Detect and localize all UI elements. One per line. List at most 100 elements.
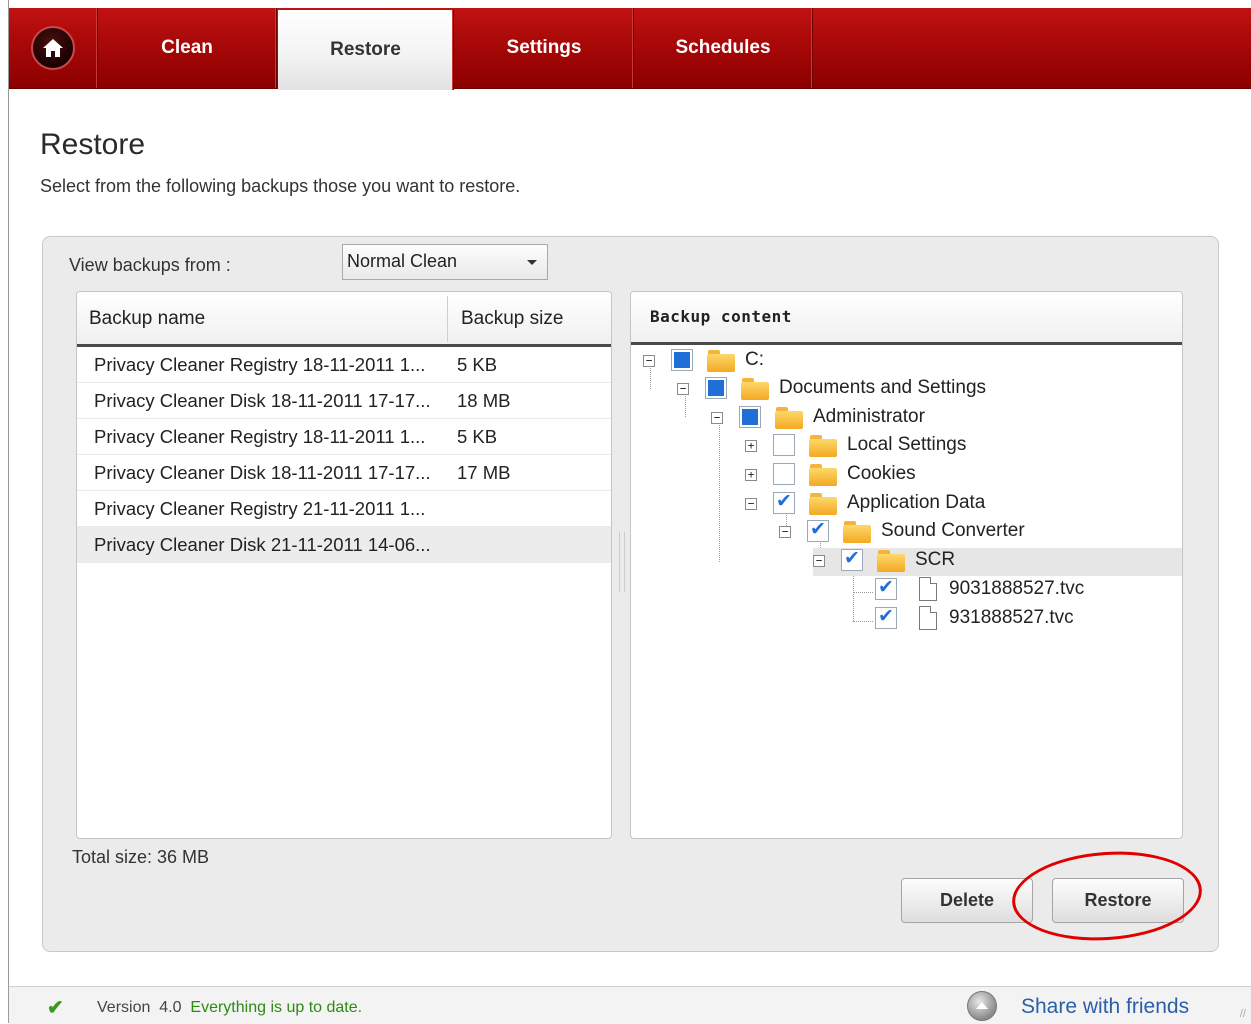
tree-node-application-data[interactable]: − Application Data [745,490,1145,519]
tree-node-c-drive[interactable]: − C: [643,348,843,376]
tab-settings[interactable]: Settings [455,8,634,88]
table-row-selected[interactable]: Privacy Cleaner Disk 21-11-2011 14-06... [77,527,611,563]
app-window: Clean Restore Settings Schedules Restore… [8,0,1251,1024]
backup-name: Privacy Cleaner Registry 21-11-2011 1... [94,498,426,519]
tree-node-local-settings[interactable]: + Local Settings [745,433,1145,461]
version-number: 4.0 [159,999,182,1016]
share-icon[interactable] [967,991,997,1021]
tree-checkbox-checked[interactable] [841,547,863,571]
tree-node-label: Documents and Settings [779,377,987,398]
version-info: Version 4.0 Everything is up to date. [97,999,362,1017]
tree-node-documents-and-settings[interactable]: − Documents and Settings [677,376,1077,404]
backup-name: Privacy Cleaner Registry 18-11-2011 1... [94,354,426,375]
tree-node-label: Local Settings [847,434,967,455]
tree-node-cookies[interactable]: + Cookies [745,462,1145,490]
tree-checkbox-checked[interactable] [875,605,897,629]
total-size: Total size: 36 MB [72,847,210,867]
backup-name: Privacy Cleaner Disk 18-11-2011 17-17... [94,390,431,411]
column-header-backup-size[interactable]: Backup size [461,308,563,330]
chevron-down-icon [527,260,537,265]
table-row[interactable]: Privacy Cleaner Disk 18-11-2011 17-17...… [77,455,611,491]
backup-content-header: Backup content [631,292,1182,345]
checkmark-icon: ✔ [47,997,64,1019]
tree-node-label: C: [745,349,764,370]
tree-node-file[interactable]: 931888527.tvc [847,605,1167,634]
tree-checkbox[interactable] [671,349,693,371]
tree-checkbox-checked[interactable] [807,518,829,542]
collapse-icon[interactable]: − [779,526,791,538]
tree-node-scr-selected[interactable]: − SCR [813,547,1182,576]
folder-icon [741,376,769,400]
home-icon [31,26,75,70]
backup-list-header: Backup name Backup size [77,292,611,347]
expand-icon[interactable]: + [745,440,757,452]
folder-icon [877,548,905,572]
tree-checkbox-checked[interactable] [875,576,897,600]
folder-icon [809,462,837,486]
collapse-icon[interactable]: − [813,555,825,567]
column-divider[interactable] [447,296,448,342]
backup-size: 5 KB [457,426,498,447]
backup-name: Privacy Cleaner Disk 18-11-2011 17-17... [94,462,431,483]
table-row[interactable]: Privacy Cleaner Registry 21-11-2011 1... [77,491,611,527]
resize-grip-icon[interactable]: // [1240,1008,1246,1020]
tree-checkbox[interactable] [705,377,727,399]
collapse-icon[interactable]: − [711,412,723,424]
backup-type-value: Normal Clean [347,251,458,271]
tree-node-label: 931888527.tvc [949,607,1074,628]
file-icon [919,577,937,601]
table-row[interactable]: Privacy Cleaner Registry 18-11-2011 1...… [77,347,611,383]
backup-type-select[interactable]: Normal Clean [342,244,548,280]
view-backups-label: View backups from : [69,255,231,275]
version-label: Version [97,999,151,1016]
restore-panel: View backups from : Normal Clean Backup … [42,236,1219,952]
page-title: Restore [40,128,146,161]
tree-node-sound-converter[interactable]: − Sound Converter [779,518,1159,547]
tree-checkbox[interactable] [773,463,795,485]
tab-schedules[interactable]: Schedules [634,8,813,88]
file-icon [919,606,937,630]
home-button[interactable] [9,8,98,88]
tree-node-label: Cookies [847,463,916,484]
tree-node-file[interactable]: 9031888527.tvc [847,576,1167,605]
tree-node-label: Application Data [847,492,986,513]
tree-node-label: 9031888527.tvc [949,578,1085,599]
folder-icon [809,433,837,457]
collapse-icon[interactable]: − [643,355,655,367]
restore-button[interactable]: Restore [1052,878,1184,923]
update-status: Everything is up to date. [190,999,363,1016]
share-link[interactable]: Share with friends [1021,995,1189,1019]
tree-node-label: Sound Converter [881,520,1025,541]
backup-list: Backup name Backup size Privacy Cleaner … [76,291,612,839]
backup-content-title: Backup content [650,307,792,326]
tab-clean[interactable]: Clean [98,8,277,88]
backup-name: Privacy Cleaner Disk 21-11-2011 14-06... [94,534,431,555]
collapse-icon[interactable]: − [745,498,757,510]
delete-button[interactable]: Delete [901,878,1033,923]
folder-icon [775,405,803,429]
column-header-backup-name[interactable]: Backup name [89,308,205,330]
backup-size: 18 MB [457,390,511,411]
collapse-icon[interactable]: − [677,383,689,395]
backup-size: 17 MB [457,462,511,483]
tree-node-label: SCR [915,549,956,570]
tree-checkbox[interactable] [773,434,795,456]
folder-icon [707,348,735,372]
page-subtitle: Select from the following backups those … [40,176,521,196]
status-bar: ✔ Version 4.0 Everything is up to date. … [9,986,1251,1024]
table-row[interactable]: Privacy Cleaner Disk 18-11-2011 17-17...… [77,383,611,419]
tree-checkbox-checked[interactable] [773,490,795,514]
folder-icon [843,519,871,543]
backup-size: 5 KB [457,354,498,375]
top-nav: Clean Restore Settings Schedules [9,8,1251,90]
tab-restore[interactable]: Restore [278,10,454,90]
table-row[interactable]: Privacy Cleaner Registry 18-11-2011 1...… [77,419,611,455]
tree-node-administrator[interactable]: − Administrator [711,405,1111,433]
backup-content-tree: Backup content − C: − Documents and Sett… [630,291,1183,839]
backup-name: Privacy Cleaner Registry 18-11-2011 1... [94,426,426,447]
tree-checkbox[interactable] [739,406,761,428]
tree-node-label: Administrator [813,406,925,427]
folder-icon [809,491,837,515]
expand-icon[interactable]: + [745,469,757,481]
pane-splitter[interactable] [619,532,625,592]
